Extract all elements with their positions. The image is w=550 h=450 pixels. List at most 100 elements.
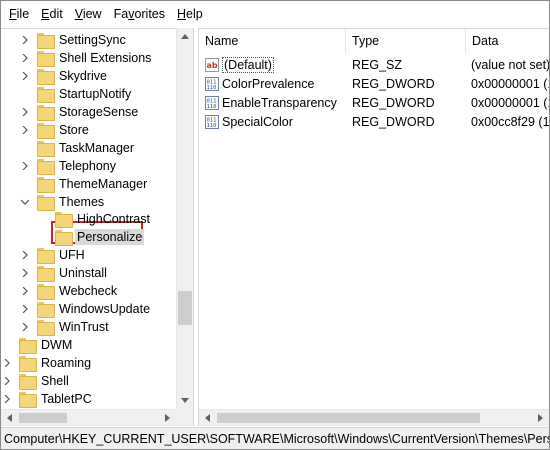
scroll-right-arrow-icon[interactable] <box>159 410 176 426</box>
scroll-down-arrow-icon[interactable] <box>177 392 193 409</box>
column-header-type[interactable]: Type <box>346 29 466 53</box>
tree-item-windowsupdate[interactable]: WindowsUpdate <box>19 300 152 318</box>
tree-vertical-scroll-thumb[interactable] <box>178 291 192 325</box>
scroll-left-arrow-icon[interactable] <box>199 410 216 426</box>
menu-file[interactable]: File <box>3 4 35 24</box>
tree-item-label: Uninstall <box>59 266 107 280</box>
value-name: ColorPrevalence <box>222 76 315 91</box>
value-data: 0x00000001 (1) <box>471 95 549 110</box>
folder-icon <box>37 195 55 211</box>
tree-item-shell[interactable]: Shell <box>1 372 71 390</box>
tree-item-label: ThemeManager <box>59 177 148 191</box>
chevron-right-icon[interactable] <box>19 34 31 46</box>
tree-item-telephony[interactable]: Telephony <box>19 157 118 175</box>
tree-item-label: Roaming <box>41 356 92 370</box>
tree-item-uninstall[interactable]: Uninstall <box>19 264 109 282</box>
folder-icon <box>37 320 55 336</box>
tree-item-label: Personalize <box>75 229 145 245</box>
tree-item-label: WindowsUpdate <box>59 302 151 316</box>
chevron-right-icon[interactable] <box>1 375 13 387</box>
tree-item-webcheck[interactable]: Webcheck <box>19 282 119 300</box>
dword-value-icon: 011 110 <box>205 76 219 91</box>
tree-item-label: DWM <box>41 338 73 352</box>
chevron-right-icon[interactable] <box>19 303 31 315</box>
tree-horizontal-scroll-thumb[interactable] <box>19 413 67 423</box>
key-tree[interactable]: SettingSync Shell Extensions Skydrive Start… <box>1 28 193 426</box>
folder-icon <box>37 266 55 282</box>
list-horizontal-scrollbar[interactable] <box>199 409 549 426</box>
tree-item-taskmanager[interactable]: TaskManager <box>19 139 136 157</box>
folder-icon <box>55 230 73 246</box>
list-item[interactable]: 011 110 EnableTransparency REG_DWORD 0x0… <box>199 93 549 112</box>
folder-icon <box>19 392 37 408</box>
column-header-name[interactable]: Name <box>199 29 346 53</box>
value-name: (Default) <box>222 56 274 73</box>
tree-item-label: SettingSync <box>59 33 126 47</box>
tree-item-label: TaskManager <box>59 141 135 155</box>
tree-item-startupnotify[interactable]: StartupNotify <box>19 85 133 103</box>
chevron-right-icon[interactable] <box>19 106 31 118</box>
tree-item-label: Shell <box>41 374 69 388</box>
list-horizontal-scroll-thumb[interactable] <box>217 413 480 423</box>
folder-icon <box>37 33 55 49</box>
chevron-right-icon[interactable] <box>1 357 13 369</box>
chevron-right-icon[interactable] <box>19 160 31 172</box>
chevron-right-icon[interactable] <box>19 267 31 279</box>
value-name: EnableTransparency <box>222 95 337 110</box>
chevron-right-icon[interactable] <box>19 52 31 64</box>
scroll-up-arrow-icon[interactable] <box>177 28 193 45</box>
tree-item-label: StorageSense <box>59 105 139 119</box>
list-item[interactable]: 011 110 ColorPrevalence REG_DWORD 0x0000… <box>199 74 549 93</box>
chevron-right-icon[interactable] <box>19 124 31 136</box>
tree-item-store[interactable]: Store <box>19 121 91 139</box>
tree-item-settingsync[interactable]: SettingSync <box>19 31 128 49</box>
list-header: Name Type Data <box>199 29 549 53</box>
tree-item-personalize[interactable]: Personalize <box>37 228 145 246</box>
menu-view[interactable]: View <box>69 4 108 24</box>
value-name-cell: 011 110 EnableTransparency <box>199 95 346 110</box>
tree-item-wintrust[interactable]: WinTrust <box>19 318 111 336</box>
tree-item-roaming[interactable]: Roaming <box>1 354 93 372</box>
folder-icon <box>37 159 55 175</box>
list-item[interactable]: ab (Default) REG_SZ (value not set) <box>199 55 549 74</box>
column-header-data[interactable]: Data <box>466 29 549 53</box>
menu-help-label: elp <box>186 7 203 21</box>
tree-item-label: StartupNotify <box>59 87 132 101</box>
tree-item-thememanager[interactable]: ThemeManager <box>19 175 149 193</box>
list-item[interactable]: 011 110 SpecialColor REG_DWORD 0x00cc8f2… <box>199 112 549 131</box>
menu-edit[interactable]: Edit <box>35 4 69 24</box>
tree-horizontal-scrollbar[interactable] <box>1 409 193 426</box>
tree-item-label: HighContrast <box>77 212 150 226</box>
tree-item-storagesense[interactable]: StorageSense <box>19 103 140 121</box>
folder-icon <box>37 302 55 318</box>
folder-icon <box>37 248 55 264</box>
menu-help[interactable]: Help <box>171 4 209 24</box>
tree-vertical-scrollbar[interactable] <box>176 28 193 409</box>
tree-item-skydrive[interactable]: Skydrive <box>19 67 109 85</box>
folder-icon <box>37 87 55 103</box>
menu-view-accel: V <box>74 7 83 21</box>
svg-text:110: 110 <box>207 85 217 91</box>
values-list[interactable]: Name Type Data ab (Default) REG_SZ (valu… <box>199 28 549 426</box>
scroll-right-arrow-icon[interactable] <box>532 410 549 426</box>
chevron-right-icon[interactable] <box>19 285 31 297</box>
tree-item-label: Themes <box>59 195 105 209</box>
tree-item-highcontrast[interactable]: HighContrast <box>37 210 152 228</box>
tree-item-themes[interactable]: Themes <box>19 193 106 211</box>
scroll-left-arrow-icon[interactable] <box>1 410 18 426</box>
chevron-right-icon[interactable] <box>19 70 31 82</box>
tree-item-label: Store <box>59 123 89 137</box>
tree-item-dwm[interactable]: DWM <box>1 336 74 354</box>
menu-favorites[interactable]: Favorites <box>108 4 171 24</box>
chevron-right-icon[interactable] <box>1 393 13 405</box>
chevron-right-icon[interactable] <box>19 249 31 261</box>
tree-item-shell-extensions[interactable]: Shell Extensions <box>19 49 153 67</box>
folder-icon <box>37 105 55 121</box>
tree-item-ufh[interactable]: UFH <box>19 246 87 264</box>
chevron-down-icon[interactable] <box>19 196 31 208</box>
chevron-right-icon[interactable] <box>19 321 31 333</box>
value-name: SpecialColor <box>222 114 293 129</box>
tree-item-tabletpc[interactable]: TabletPC <box>1 390 94 408</box>
